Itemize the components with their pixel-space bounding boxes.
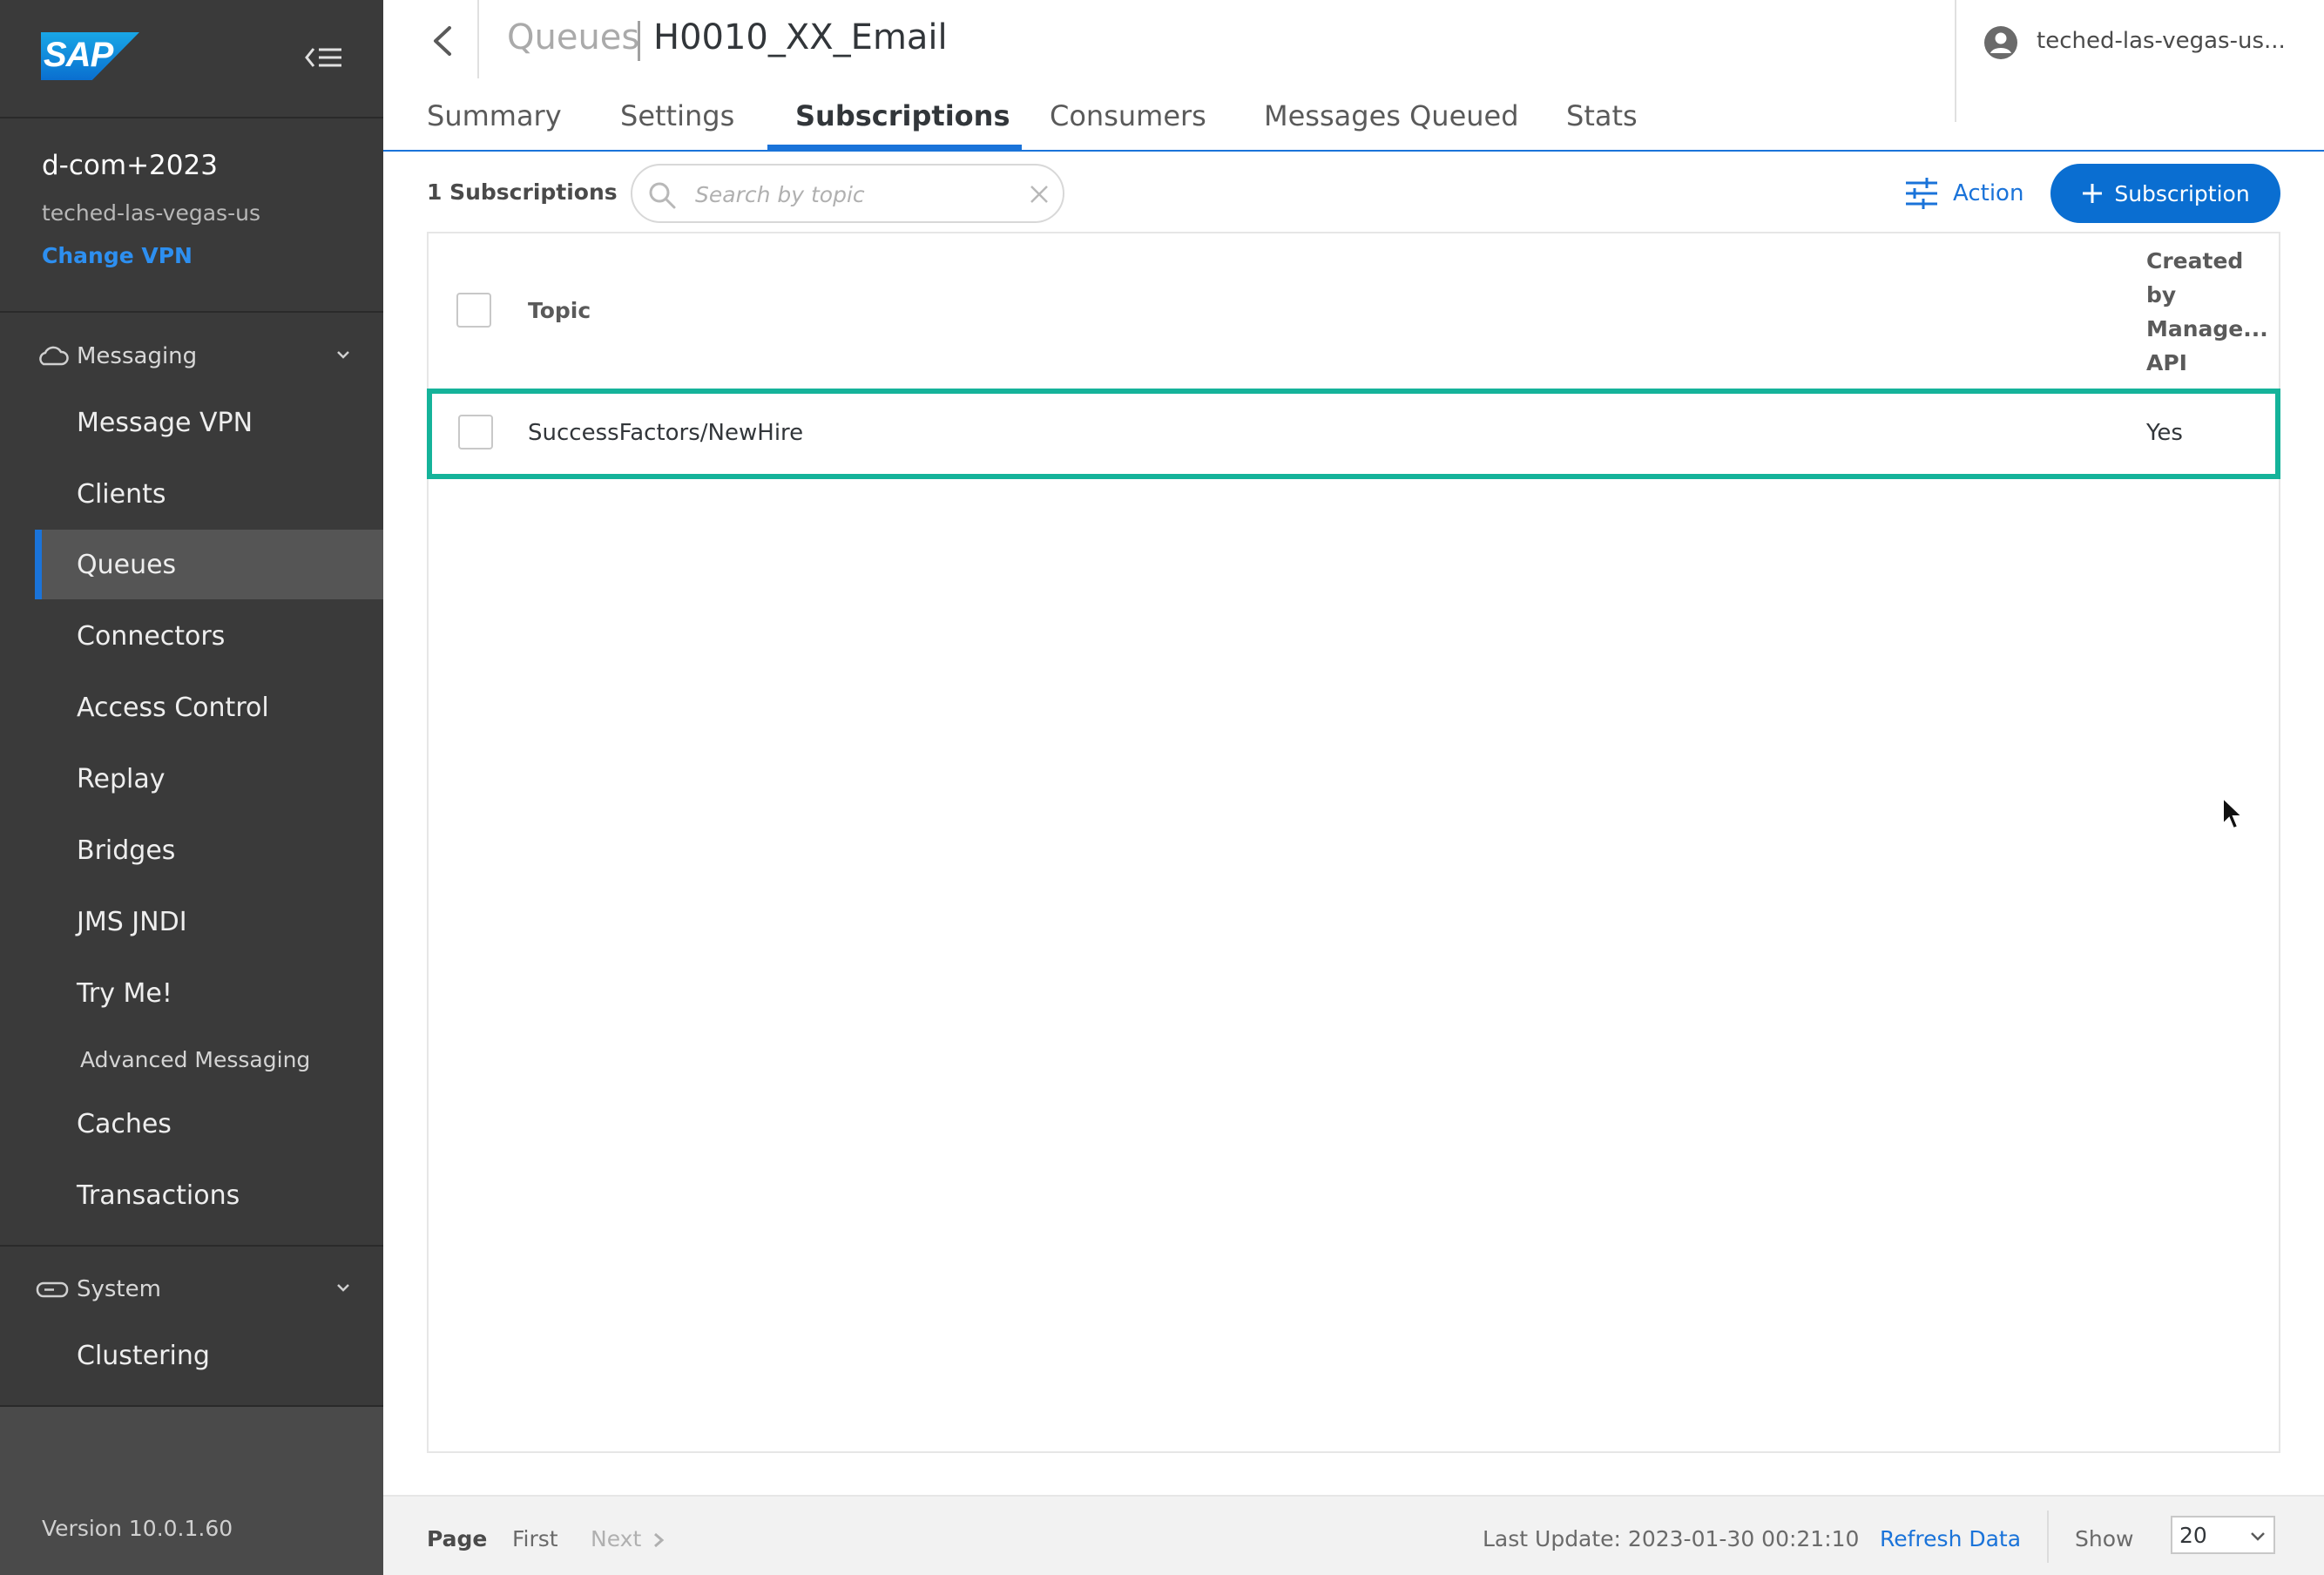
header-divider	[477, 0, 479, 78]
back-arrow-icon[interactable]	[422, 19, 465, 63]
tab-bar: Summary Settings Subscriptions Consumers…	[383, 87, 2324, 152]
next-page-button[interactable]: Next	[591, 1526, 665, 1551]
search-icon	[649, 182, 676, 209]
cloud-icon	[39, 346, 69, 366]
sidebar-divider	[0, 1245, 383, 1247]
tab-subscriptions[interactable]: Subscriptions	[795, 99, 1010, 132]
vpn-info: d-com+2023 teched-las-vegas-us Change VP…	[0, 118, 383, 313]
breadcrumb-separator	[638, 21, 640, 61]
chevron-down-icon	[337, 1284, 349, 1292]
page-title: H0010_XX_Email	[653, 17, 948, 57]
row-topic: SuccessFactors/NewHire	[528, 420, 804, 446]
search-box	[631, 164, 1064, 223]
user-name[interactable]: teched-las-vegas-us...	[2037, 28, 2286, 54]
row-checkbox[interactable]	[458, 415, 493, 450]
sidebar-item-clustering[interactable]: Clustering	[35, 1321, 383, 1390]
sap-logo: SAP	[41, 32, 139, 80]
messaging-section-header[interactable]: Messaging	[0, 332, 383, 381]
sidebar-item-access-control[interactable]: Access Control	[35, 673, 383, 742]
messaging-section-label: Messaging	[77, 343, 198, 369]
sidebar-item-connectors[interactable]: Connectors	[35, 601, 383, 671]
column-header-topic[interactable]: Topic	[528, 298, 591, 323]
sidebar-item-jms-jndi[interactable]: JMS JNDI	[35, 887, 383, 956]
main-panel: Queues H0010_XX_Email teched-las-vegas-u…	[383, 0, 2324, 1575]
column-header-line: API	[2146, 350, 2187, 375]
active-tab-indicator	[767, 145, 1022, 150]
subscriptions-table: Topic Created by Manage... API SuccessFa…	[427, 232, 2280, 1453]
add-subscription-label: Subscription	[2114, 180, 2250, 206]
sidebar-item-clients[interactable]: Clients	[35, 459, 383, 529]
chevron-down-icon	[2251, 1532, 2265, 1541]
column-header-line: by	[2146, 282, 2177, 308]
sidebar-item-bridges[interactable]: Bridges	[35, 815, 383, 885]
next-page-label: Next	[591, 1526, 642, 1551]
column-header-line: Created	[2146, 248, 2244, 274]
tab-messages-queued[interactable]: Messages Queued	[1264, 99, 1519, 132]
tab-settings[interactable]: Settings	[620, 99, 734, 132]
breadcrumb-queues[interactable]: Queues	[507, 17, 639, 57]
vpn-host: teched-las-vegas-us	[42, 200, 260, 226]
subscription-count: 1 Subscriptions	[427, 179, 618, 205]
action-button-label: Action	[1953, 180, 2024, 206]
search-input[interactable]	[695, 176, 1017, 213]
system-section-header[interactable]: System	[0, 1265, 383, 1314]
column-header-created-by-api[interactable]: Created by Manage... API	[2146, 244, 2268, 380]
action-button[interactable]: Action	[1902, 169, 2023, 218]
change-vpn-link[interactable]: Change VPN	[42, 243, 383, 268]
row-created-by-api: Yes	[2146, 420, 2183, 446]
tab-stats[interactable]: Stats	[1566, 99, 1638, 132]
system-section-label: System	[77, 1276, 161, 1302]
plus-icon	[2083, 184, 2103, 203]
pagination-footer: Page First Next Last Update: 2023-01-30 …	[383, 1495, 2324, 1575]
collapse-sidebar-icon[interactable]	[303, 42, 343, 73]
sidebar-item-queues[interactable]: Queues	[35, 530, 383, 599]
tab-summary[interactable]: Summary	[427, 99, 562, 132]
sidebar-header: SAP	[0, 0, 383, 118]
footer-divider	[2047, 1511, 2049, 1563]
sidebar-item-replay[interactable]: Replay	[35, 744, 383, 814]
add-subscription-button[interactable]: Subscription	[2050, 164, 2280, 223]
user-avatar-icon[interactable]	[1983, 24, 2019, 61]
mouse-cursor-icon	[2222, 796, 2244, 830]
sidebar-item-advanced-messaging[interactable]: Advanced Messaging	[35, 1024, 383, 1094]
vpn-name: d-com+2023	[42, 150, 218, 181]
table-row[interactable]: SuccessFactors/NewHire Yes	[427, 389, 2280, 479]
refresh-data-button[interactable]: Refresh Data	[1880, 1526, 2021, 1551]
tab-consumers[interactable]: Consumers	[1050, 99, 1206, 132]
last-update-text: Last Update: 2023-01-30 00:21:10	[1483, 1526, 1860, 1551]
column-header-line: Manage...	[2146, 316, 2268, 341]
show-label: Show	[2075, 1526, 2134, 1551]
sidebar-footer	[0, 1407, 383, 1575]
sidebar: SAP d-com+2023 teched-las-vegas-us Chang…	[0, 0, 383, 1575]
version-label: Version 10.0.1.60	[42, 1516, 233, 1541]
page-size-select[interactable]: 20	[2171, 1516, 2275, 1554]
clear-search-icon[interactable]	[1026, 181, 1052, 207]
first-page-button[interactable]: First	[512, 1526, 558, 1551]
page-label: Page	[427, 1526, 488, 1551]
sidebar-item-transactions[interactable]: Transactions	[35, 1160, 383, 1230]
sidebar-item-caches[interactable]: Caches	[35, 1089, 383, 1159]
sidebar-item-message-vpn[interactable]: Message VPN	[35, 388, 383, 457]
page-size-value: 20	[2179, 1523, 2207, 1548]
table-header: Topic Created by Manage... API	[429, 233, 2279, 390]
system-icon	[36, 1281, 69, 1298]
chevron-right-icon	[654, 1532, 665, 1548]
select-all-checkbox[interactable]	[456, 293, 491, 328]
sidebar-item-try-me[interactable]: Try Me!	[35, 958, 383, 1028]
chevron-down-icon	[337, 351, 349, 359]
sliders-icon	[1906, 178, 1937, 209]
